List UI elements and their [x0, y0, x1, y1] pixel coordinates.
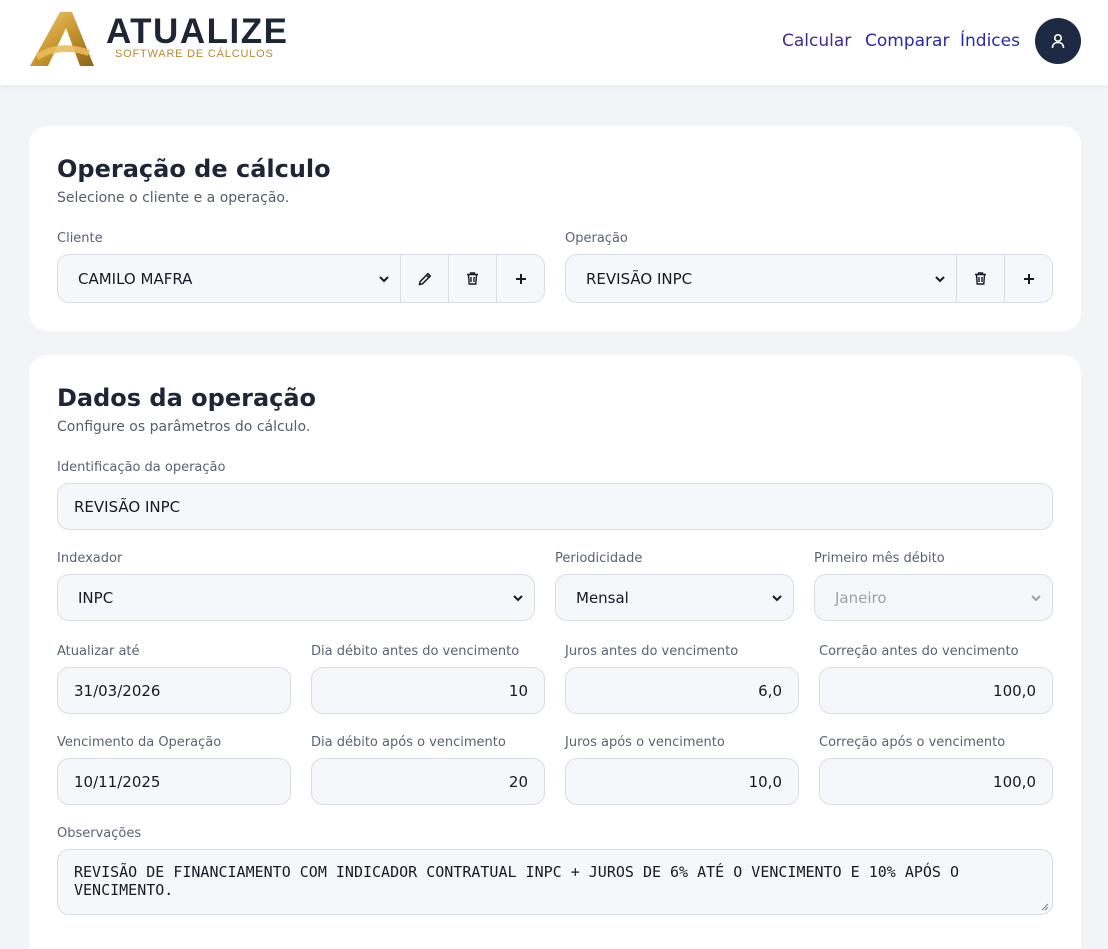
add-operation-button[interactable]: [1004, 255, 1052, 302]
pencil-icon: [417, 272, 431, 286]
indexador-select[interactable]: INPC: [57, 574, 535, 621]
juros-apos-label: Juros após o vencimento: [565, 735, 725, 750]
atualizar-ate-input[interactable]: 31/03/2026: [57, 667, 291, 714]
resize-handle-icon[interactable]: [1041, 903, 1049, 911]
brand-name: ATUALIZE: [106, 12, 289, 51]
trash-icon: [467, 272, 478, 285]
dia-debito-apos-input[interactable]: 20: [311, 758, 545, 805]
dia-debito-antes-input[interactable]: 10: [311, 667, 545, 714]
operation-data-card: Dados da operação Configure os parâmetro…: [29, 355, 1081, 949]
chevron-down-icon: [379, 275, 389, 282]
indexador-label: Indexador: [57, 551, 123, 566]
top-navbar: ATUALIZE SOFTWARE DE CÁLCULOS Calcular C…: [0, 0, 1108, 85]
cliente-label: Cliente: [57, 231, 103, 246]
brand-logo[interactable]: ATUALIZE SOFTWARE DE CÁLCULOS: [28, 10, 288, 68]
juros-antes-input[interactable]: 6,0: [565, 667, 799, 714]
operacao-input-group: REVISÃO INPC: [565, 254, 1053, 303]
vencimento-input[interactable]: 10/11/2025: [57, 758, 291, 805]
periodicidade-label: Periodicidade: [555, 551, 643, 566]
brand-tagline: SOFTWARE DE CÁLCULOS: [115, 48, 274, 60]
correcao-apos-label: Correção após o vencimento: [819, 735, 1006, 750]
delete-client-button[interactable]: [448, 255, 496, 302]
card-subtitle: Configure os parâmetros do cálculo.: [57, 419, 311, 435]
primeiro-mes-label: Primeiro mês débito: [814, 551, 945, 566]
cliente-select-value: CAMILO MAFRA: [78, 269, 193, 288]
operacao-select[interactable]: REVISÃO INPC: [566, 255, 956, 302]
cliente-select[interactable]: CAMILO MAFRA: [58, 255, 400, 302]
periodicidade-select[interactable]: Mensal: [555, 574, 794, 621]
atualizar-ate-label: Atualizar até: [57, 644, 140, 659]
observacoes-textarea[interactable]: REVISÃO DE FINANCIAMENTO COM INDICADOR C…: [57, 849, 1053, 915]
cliente-input-group: CAMILO MAFRA: [57, 254, 545, 303]
add-client-button[interactable]: [496, 255, 544, 302]
calculation-operation-card: Operação de cálculo Selecione o cliente …: [29, 126, 1081, 331]
delete-operation-button[interactable]: [956, 255, 1004, 302]
plus-icon: [515, 273, 526, 284]
correcao-apos-input[interactable]: 100,0: [819, 758, 1053, 805]
user-avatar-button[interactable]: [1035, 18, 1081, 64]
observacoes-label: Observações: [57, 826, 142, 841]
chevron-down-icon: [1031, 594, 1041, 601]
card-subtitle: Selecione o cliente e a operação.: [57, 190, 290, 206]
juros-antes-label: Juros antes do vencimento: [565, 644, 739, 659]
dia-debito-antes-label: Dia débito antes do vencimento: [311, 644, 520, 659]
vencimento-label: Vencimento da Operação: [57, 735, 222, 750]
nav-link-calcular[interactable]: Calcular: [782, 31, 851, 51]
correcao-antes-input[interactable]: 100,0: [819, 667, 1053, 714]
trash-icon: [975, 272, 986, 285]
dia-debito-apos-label: Dia débito após o vencimento: [311, 735, 506, 750]
juros-apos-input[interactable]: 10,0: [565, 758, 799, 805]
primeiro-mes-select-value: Janeiro: [835, 588, 887, 607]
nav-link-indices[interactable]: Índices: [960, 31, 1020, 51]
operacao-label: Operação: [565, 231, 628, 246]
card-title: Operação de cálculo: [57, 155, 331, 183]
logo-a-icon: [30, 12, 94, 66]
user-icon: [1051, 33, 1065, 49]
operacao-select-value: REVISÃO INPC: [586, 269, 693, 288]
indexador-select-value: INPC: [78, 588, 114, 607]
chevron-down-icon: [772, 594, 782, 601]
card-title: Dados da operação: [57, 384, 317, 412]
chevron-down-icon: [935, 275, 945, 282]
edit-client-button[interactable]: [400, 255, 448, 302]
periodicidade-select-value: Mensal: [576, 588, 629, 607]
correcao-antes-label: Correção antes do vencimento: [819, 644, 1019, 659]
identificacao-input[interactable]: REVISÃO INPC: [57, 483, 1053, 530]
identificacao-label: Identificação da operação: [57, 460, 226, 475]
plus-icon: [1023, 273, 1034, 284]
chevron-down-icon: [513, 594, 523, 601]
primeiro-mes-select: Janeiro: [814, 574, 1053, 621]
observacoes-text: REVISÃO DE FINANCIAMENTO COM INDICADOR C…: [74, 863, 960, 899]
nav-link-comparar[interactable]: Comparar: [865, 31, 949, 51]
